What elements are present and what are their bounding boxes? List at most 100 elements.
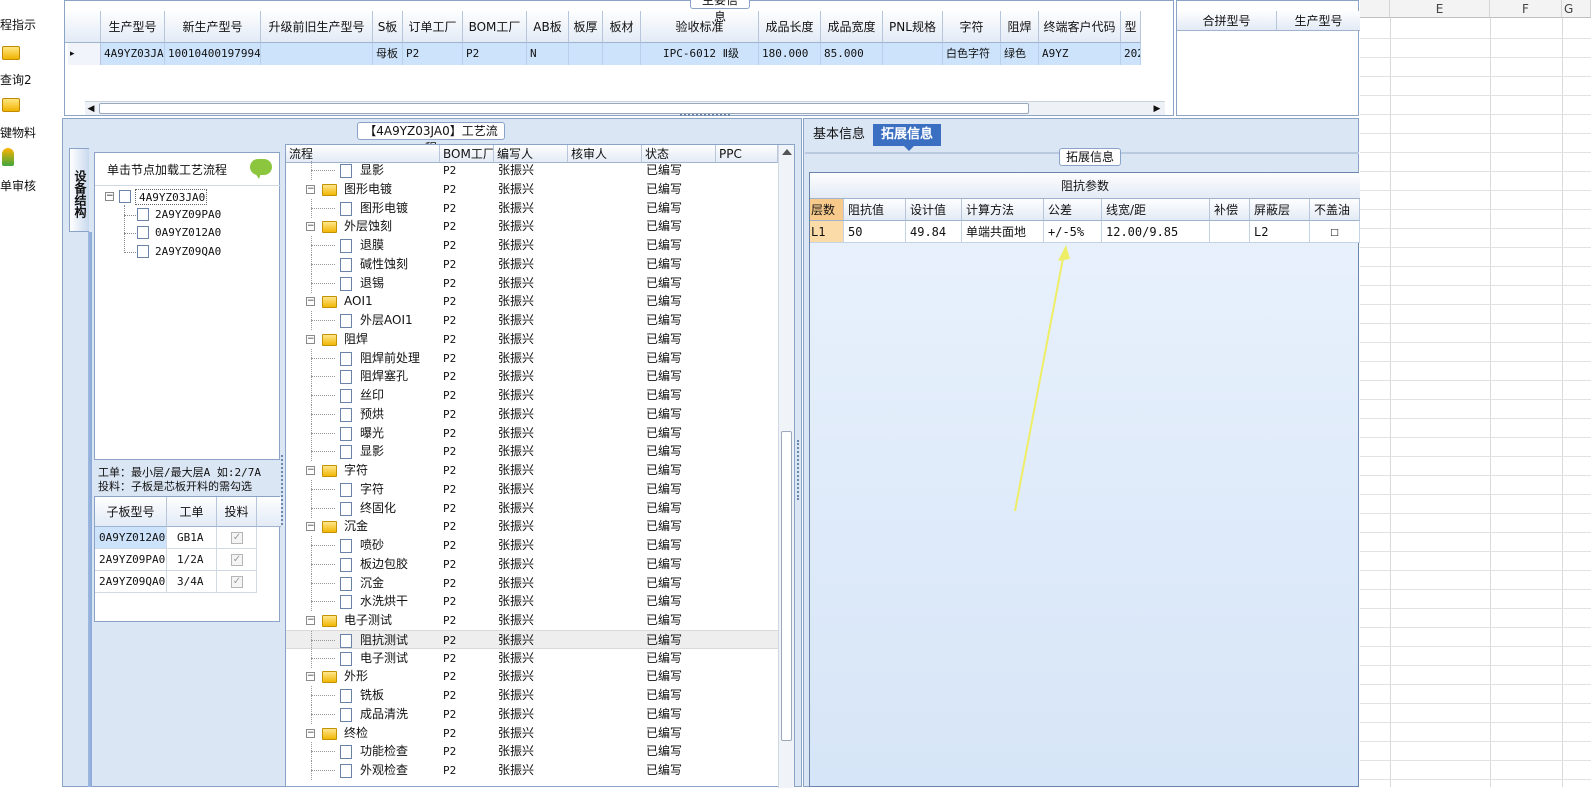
flow-step[interactable]: 成品清洗 xyxy=(360,705,440,724)
tree-expand-icon[interactable]: − xyxy=(306,222,315,232)
grid-cell[interactable]: 2022 xyxy=(1121,43,1141,65)
sub-row-model[interactable]: 2A9YZ09QA0 xyxy=(95,571,167,593)
horizontal-scrollbar[interactable]: ◀ ▶ xyxy=(85,101,1165,115)
flow-step[interactable]: 字符 xyxy=(360,480,440,499)
grid-header[interactable]: 型 xyxy=(1121,11,1141,43)
impedance-cell[interactable]: ☐ xyxy=(1310,221,1360,243)
flow-step[interactable]: 终固化 xyxy=(360,499,440,518)
flow-row[interactable]: 功能检查 P2 张振兴 已编写 xyxy=(286,742,778,762)
grid-cell[interactable]: N xyxy=(527,43,569,65)
grid-header[interactable]: 验收标准 xyxy=(641,11,759,43)
flow-row[interactable]: 水洗烘干 P2 张振兴 已编写 xyxy=(286,592,778,612)
flow-row[interactable]: 丝印 P2 张振兴 已编写 xyxy=(286,386,778,405)
flow-row[interactable]: − 图形电镀 P2 张振兴 已编写 xyxy=(286,180,778,199)
grid-cell[interactable]: 4A9YZ03JA0 xyxy=(101,43,165,65)
grid-cell[interactable] xyxy=(569,43,603,65)
flow-row[interactable]: 图形电镀 P2 张振兴 已编写 xyxy=(286,198,778,218)
scroll-right-icon[interactable]: ▶ xyxy=(1151,103,1163,115)
grid-header[interactable]: 板材 xyxy=(603,11,641,43)
flow-row[interactable]: 电子测试 P2 张振兴 已编写 xyxy=(286,648,778,668)
sub-row-order[interactable]: GB1A xyxy=(167,527,217,549)
flow-row[interactable]: − 外层蚀刻 P2 张振兴 已编写 xyxy=(286,217,778,236)
flow-step-group[interactable]: 外层蚀刻 xyxy=(344,217,440,236)
tree-child-node[interactable]: 2A9YZ09PA0 xyxy=(155,207,255,223)
flow-row[interactable]: 终固化 P2 张振兴 已编写 xyxy=(286,498,778,518)
tree-expand-icon[interactable]: − xyxy=(306,466,315,475)
flow-row[interactable]: 外观检查 P2 张振兴 已编写 xyxy=(286,761,778,780)
tree-child-node[interactable]: 2A9YZ09QA0 xyxy=(155,244,255,260)
flow-step[interactable]: 电子测试 xyxy=(360,649,440,668)
flow-row[interactable]: − 外形 P2 张振兴 已编写 xyxy=(286,667,778,686)
tree-root-node[interactable]: 4A9YZ03JA0 xyxy=(135,189,207,205)
flow-step[interactable]: 阻焊塞孔 xyxy=(360,367,440,386)
impedance-header[interactable]: 补偿 xyxy=(1210,199,1250,221)
nav-item-order-review[interactable]: 单审核 xyxy=(0,177,62,194)
flow-step[interactable]: 外观检查 xyxy=(360,761,440,780)
grid-cell[interactable]: 180.000 xyxy=(759,43,821,65)
flow-row[interactable]: 碱性蚀刻 P2 张振兴 已编写 xyxy=(286,254,778,274)
flow-step[interactable]: 水洗烘干 xyxy=(360,592,440,611)
flow-step-group[interactable]: 字符 xyxy=(344,461,440,480)
grid-header[interactable]: 订单工厂 xyxy=(403,11,463,43)
sub-row-order[interactable]: 3/4A xyxy=(167,571,217,593)
flow-row[interactable]: 字符 P2 张振兴 已编写 xyxy=(286,479,778,499)
grid-cell[interactable]: 绿色 xyxy=(1001,43,1039,65)
flow-row[interactable]: 外层AOI1 P2 张振兴 已编写 xyxy=(286,311,778,330)
flow-row[interactable]: 阻焊塞孔 P2 张振兴 已编写 xyxy=(286,367,778,387)
flow-step[interactable]: 预烘 xyxy=(360,405,440,424)
feed-checkbox[interactable]: ✓ xyxy=(231,554,243,566)
scroll-left-icon[interactable]: ◀ xyxy=(85,103,97,115)
nav-item-key-material[interactable]: 键物料 xyxy=(0,124,62,141)
flow-step[interactable]: 功能检查 xyxy=(360,742,440,761)
grid-cell[interactable]: 母板 xyxy=(373,43,403,65)
flow-row[interactable]: 曝光 P2 张振兴 已编写 xyxy=(286,423,778,443)
grid-header[interactable]: 生产型号 xyxy=(101,11,165,43)
flow-row[interactable]: 阻抗测试 P2 张振兴 已编写 xyxy=(286,629,778,650)
grid-header[interactable]: BOM工厂 xyxy=(463,11,527,43)
flow-step-group[interactable]: 终检 xyxy=(344,724,440,743)
impedance-header[interactable]: 屏蔽层 xyxy=(1250,199,1310,221)
flow-step-group[interactable]: 阻焊 xyxy=(344,330,440,349)
tree-expand-icon[interactable]: − xyxy=(306,297,315,307)
impedance-cell[interactable]: 12.00/9.85 xyxy=(1102,221,1210,243)
tree-expand-icon[interactable]: − xyxy=(306,522,315,532)
impedance-header[interactable]: 层数 xyxy=(810,199,844,221)
feed-checkbox[interactable]: ✓ xyxy=(231,532,243,544)
flow-row[interactable]: − 终检 P2 张振兴 已编写 xyxy=(286,724,778,743)
tab-equipment-structure[interactable]: 设备结构 xyxy=(69,148,89,232)
flow-vertical-scrollbar[interactable] xyxy=(778,145,794,788)
tab-basic-info[interactable]: 基本信息 xyxy=(805,124,873,146)
flow-row[interactable]: 显影 P2 张振兴 已编写 xyxy=(286,161,778,180)
splitter-handle[interactable] xyxy=(281,455,285,525)
tab-extended-info[interactable]: 拓展信息 xyxy=(873,124,942,146)
flow-step[interactable]: 阻抗测试 xyxy=(360,631,440,650)
flow-step[interactable]: 沉金 xyxy=(360,574,440,593)
flow-step[interactable]: 显影 xyxy=(360,442,440,461)
flow-row[interactable]: − AOI1 P2 张振兴 已编写 xyxy=(286,292,778,311)
grid-cell[interactable]: P2 xyxy=(403,43,463,65)
grid-header[interactable]: 终端客户代码 xyxy=(1039,11,1121,43)
tree-expand-icon[interactable]: − xyxy=(306,184,315,194)
flow-row[interactable]: 退锡 P2 张振兴 已编写 xyxy=(286,273,778,293)
flow-step[interactable]: 外层AOI1 xyxy=(360,311,440,330)
flow-step[interactable]: 板边包胶 xyxy=(360,555,440,574)
feed-checkbox[interactable]: ✓ xyxy=(231,576,243,588)
flow-row[interactable]: 喷砂 P2 张振兴 已编写 xyxy=(286,536,778,555)
grid-cell[interactable]: A9YZ xyxy=(1039,43,1121,65)
impedance-cell[interactable]: L2 xyxy=(1250,221,1310,243)
impedance-header[interactable]: 不盖油 xyxy=(1310,199,1360,221)
flow-step[interactable]: 喷砂 xyxy=(360,536,440,555)
flow-step[interactable]: 铣板 xyxy=(360,686,440,705)
sheet-col-g[interactable]: G xyxy=(1562,0,1591,18)
tree-expand-icon[interactable]: − xyxy=(306,334,315,344)
flow-row[interactable]: 显影 P2 张振兴 已编写 xyxy=(286,442,778,462)
sheet-col-f[interactable]: F xyxy=(1490,0,1562,18)
tree-expand-icon[interactable]: − xyxy=(306,616,315,625)
grid-header[interactable]: 升级前旧生产型号 xyxy=(261,11,373,43)
impedance-header[interactable]: 阻抗值 xyxy=(844,199,906,221)
grid-cell[interactable] xyxy=(603,43,641,65)
tree-expand-icon[interactable]: − xyxy=(306,672,315,682)
flow-step-group[interactable]: 电子测试 xyxy=(344,611,440,630)
impedance-cell[interactable]: 49.84 xyxy=(906,221,962,243)
flow-step-group[interactable]: 外形 xyxy=(344,667,440,686)
